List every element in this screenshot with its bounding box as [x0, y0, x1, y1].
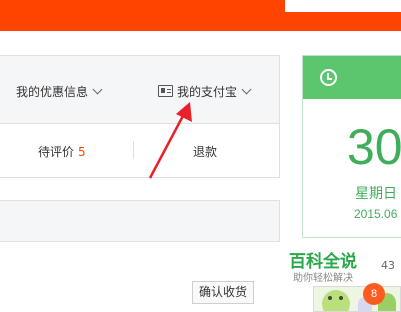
pending-review-link[interactable]: 待评价 5	[38, 143, 86, 160]
id-card-icon	[158, 85, 173, 97]
calendar-day: 30	[347, 119, 401, 175]
divider	[133, 141, 134, 159]
chevron-down-icon	[92, 84, 103, 95]
promo-thumbnail[interactable]	[313, 286, 401, 312]
notification-badge: 8	[363, 283, 385, 305]
annotation-arrow	[148, 102, 192, 179]
calendar-date: 2015.06	[354, 207, 398, 221]
promo-menu-label: 我的优惠信息	[16, 85, 89, 99]
clock-icon	[320, 69, 337, 86]
alipay-menu-label: 我的支付宝	[177, 85, 238, 99]
order-list-header	[0, 200, 280, 242]
calendar-panel: 30 星期日 2015.06	[302, 55, 401, 238]
promo-menu[interactable]: 我的优惠信息	[16, 83, 103, 100]
side-number: 43	[381, 259, 395, 272]
calendar-header	[303, 56, 401, 99]
alipay-menu[interactable]: 我的支付宝	[158, 83, 252, 100]
pending-review-label: 待评价	[38, 145, 75, 159]
pending-review-count: 5	[78, 145, 86, 159]
watermark-subtitle: 助你轻松解决	[293, 273, 353, 284]
cartoon-character-icon	[322, 290, 350, 311]
top-nav-search-area	[285, 0, 401, 12]
calendar-weekday: 星期日	[355, 186, 397, 202]
confirm-receipt-button[interactable]: 确认收货	[192, 281, 254, 304]
chevron-down-icon	[241, 84, 252, 95]
